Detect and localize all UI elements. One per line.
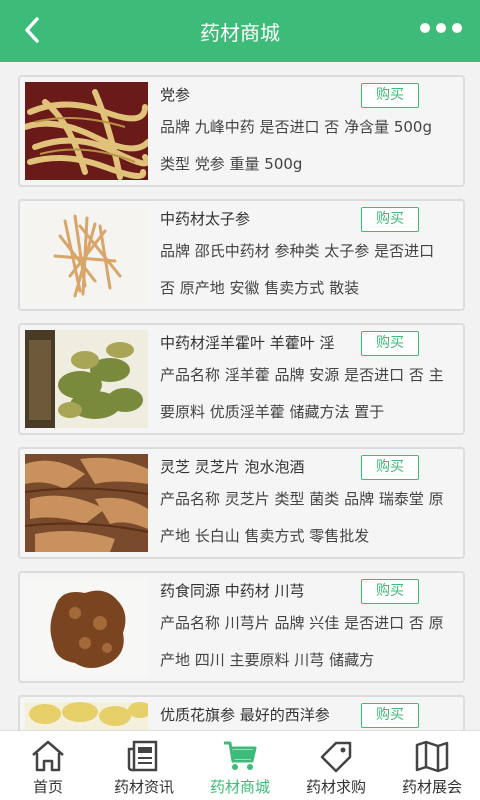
product-card[interactable]: 灵芝 灵芝片 泡水泡酒 购买 产品名称 灵芝片 类型 菌类 品牌 瑞泰堂 原产地… bbox=[18, 447, 465, 559]
tag-icon bbox=[320, 741, 352, 773]
buy-button[interactable]: 购买 bbox=[361, 83, 419, 108]
page-title: 药材商城 bbox=[200, 21, 280, 45]
tab-shop[interactable]: 药材商城 bbox=[192, 731, 288, 800]
tab-news[interactable]: 药材资讯 bbox=[96, 731, 192, 800]
buy-button[interactable]: 购买 bbox=[361, 455, 419, 480]
tab-label: 首页 bbox=[32, 778, 63, 796]
product-card[interactable]: 药食同源 中药材 川芎 购买 产品名称 川芎片 品牌 兴佳 是否进口 否 原产地… bbox=[18, 571, 465, 683]
buy-button[interactable]: 购买 bbox=[361, 703, 419, 728]
cart-icon bbox=[224, 741, 257, 770]
map-icon bbox=[415, 740, 449, 773]
product-image-yinyanghuo bbox=[25, 330, 148, 428]
tab-home[interactable]: 首页 bbox=[0, 731, 96, 800]
news-icon bbox=[127, 740, 158, 772]
product-name[interactable]: 中药材淫羊霍叶 羊藿叶 淫 bbox=[160, 332, 350, 353]
product-name[interactable]: 中药材太子参 bbox=[160, 208, 350, 229]
tab-label: 药材商城 bbox=[209, 778, 270, 796]
tab-label: 药材求购 bbox=[305, 778, 366, 796]
product-description: 产品名称 川芎片 品牌 兴佳 是否进口 否 原产地 四川 主要原料 川芎 储藏方 bbox=[160, 614, 444, 669]
product-description: 产品名称 淫羊藿 品牌 安源 是否进口 否 主要原料 优质淫羊藿 储藏方法 置于 bbox=[160, 366, 444, 421]
product-name[interactable]: 灵芝 灵芝片 泡水泡酒 bbox=[160, 456, 350, 477]
buy-button[interactable]: 购买 bbox=[361, 331, 419, 356]
product-image-chuanxiong bbox=[25, 578, 148, 676]
home-icon bbox=[32, 740, 64, 772]
product-name[interactable]: 优质花旗参 最好的西洋参 bbox=[160, 704, 350, 725]
product-image-lingzhi bbox=[25, 454, 148, 552]
product-image-dangshen bbox=[25, 82, 148, 180]
bottom-tab-bar: 首页 药材资讯 药材商城 药材求购 药材展会 bbox=[0, 730, 480, 800]
app-header: 药材商城 bbox=[0, 0, 480, 62]
product-name[interactable]: 药食同源 中药材 川芎 bbox=[160, 580, 350, 601]
product-image-huaqishen bbox=[25, 702, 148, 730]
product-name[interactable]: 党参 bbox=[160, 84, 350, 105]
tab-label: 药材资讯 bbox=[113, 778, 174, 796]
tab-expo[interactable]: 药材展会 bbox=[384, 731, 480, 800]
product-list: 党参 购买 品牌 九峰中药 是否进口 否 净含量 500g 类型 党参 重量 5… bbox=[0, 62, 480, 730]
tab-purchase[interactable]: 药材求购 bbox=[288, 731, 384, 800]
product-image-taizishen bbox=[25, 206, 148, 304]
product-card[interactable]: 优质花旗参 最好的西洋参 购买 bbox=[18, 695, 465, 730]
product-card[interactable]: 党参 购买 品牌 九峰中药 是否进口 否 净含量 500g 类型 党参 重量 5… bbox=[18, 75, 465, 187]
more-icon[interactable] bbox=[420, 23, 462, 37]
product-description: 品牌 九峰中药 是否进口 否 净含量 500g 类型 党参 重量 500g bbox=[160, 118, 432, 173]
product-card[interactable]: 中药材淫羊霍叶 羊藿叶 淫 购买 产品名称 淫羊藿 品牌 安源 是否进口 否 主… bbox=[18, 323, 465, 435]
product-description: 品牌 邵氏中药材 参种类 太子参 是否进口 否 原产地 安徽 售卖方式 散装 bbox=[160, 242, 435, 297]
buy-button[interactable]: 购买 bbox=[361, 207, 419, 232]
product-card[interactable]: 中药材太子参 购买 品牌 邵氏中药材 参种类 太子参 是否进口 否 原产地 安徽… bbox=[18, 199, 465, 311]
product-description: 产品名称 灵芝片 类型 菌类 品牌 瑞泰堂 原产地 长白山 售卖方式 零售批发 bbox=[160, 490, 444, 545]
buy-button[interactable]: 购买 bbox=[361, 579, 419, 604]
tab-label: 药材展会 bbox=[401, 778, 462, 796]
